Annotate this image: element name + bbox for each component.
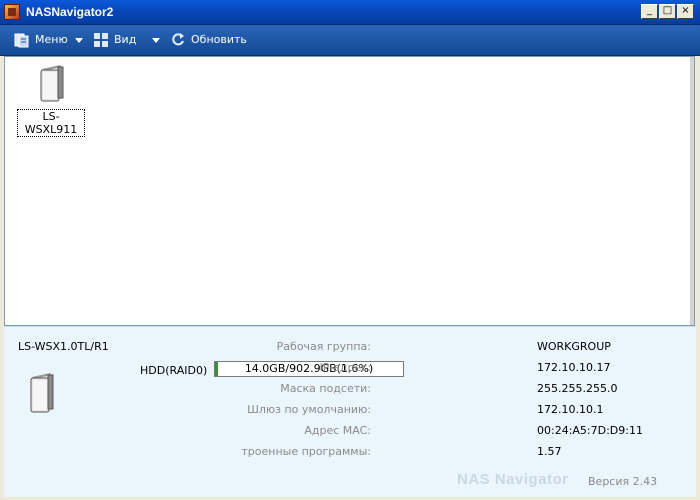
device-details-pane: LS-WSX1.0TL/R1 HDD(RAID0) 14.0GB/902.9GB… [4, 326, 696, 497]
field-label: Адрес MAC: [304, 424, 371, 437]
minimize-button[interactable]: _ [641, 4, 658, 19]
version-label: Версия 2.43 [588, 475, 658, 488]
window-title: NASNavigator2 [26, 5, 114, 19]
field-value: WORKGROUP [537, 340, 611, 353]
close-button[interactable]: × [677, 4, 694, 19]
device-model: LS-WSX1.0TL/R1 [18, 340, 109, 353]
refresh-icon [170, 32, 186, 48]
title-bar[interactable]: NASNavigator2 _ □ × [0, 0, 700, 25]
field-value: 1.57 [537, 445, 562, 458]
field-label: Шлюз по умолчанию: [247, 403, 371, 416]
toolbar: Меню Вид Обновить [0, 25, 700, 56]
menu-button[interactable]: Меню [14, 32, 83, 48]
device-list-pane[interactable]: LS-WSXL911 [4, 56, 695, 326]
field-label: троенные программы: [241, 445, 371, 458]
view-label: Вид [114, 33, 137, 46]
nasnavigator-app-icon[interactable] [4, 4, 20, 20]
chevron-down-icon [152, 37, 161, 43]
field-label: Рабочая группа: [276, 340, 371, 353]
hdd-label: HDD(RAID0) [140, 364, 208, 377]
refresh-label: Обновить [191, 33, 247, 46]
view-icon [93, 32, 109, 48]
device-label: LS-WSXL911 [17, 109, 85, 137]
refresh-button[interactable]: Обновить [170, 32, 247, 48]
nas-device-icon [36, 63, 66, 103]
menu-icon [14, 32, 30, 48]
field-value: 172.10.10.17 [537, 361, 611, 374]
nas-device-icon [26, 371, 56, 418]
menu-label: Меню [35, 33, 68, 46]
field-label: IP-адрес: [319, 361, 371, 374]
maximize-button[interactable]: □ [659, 4, 676, 19]
chevron-down-icon [74, 37, 83, 43]
device-item[interactable]: LS-WSXL911 [17, 63, 85, 137]
nasnavigator-logo: NAS Navigator [457, 471, 569, 488]
scrollbar[interactable] [690, 57, 694, 325]
field-label: Маска подсети: [280, 382, 371, 395]
field-value: 00:24:A5:7D:D9:11 [537, 424, 643, 437]
field-value: 255.255.255.0 [537, 382, 618, 395]
view-button[interactable]: Вид [93, 32, 161, 48]
field-value: 172.10.10.1 [537, 403, 604, 416]
